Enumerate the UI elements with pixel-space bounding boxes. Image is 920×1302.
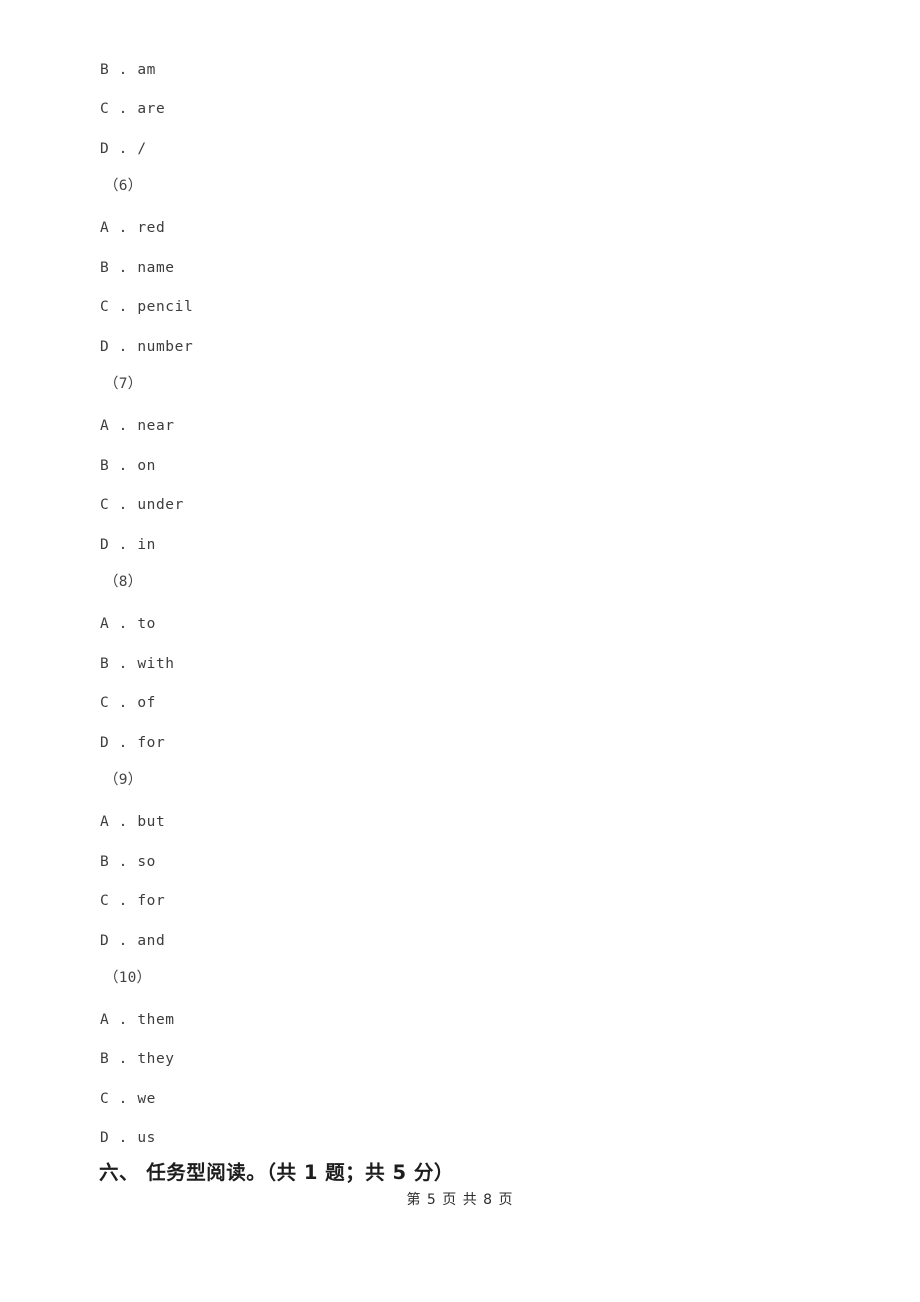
answer-option: C . under xyxy=(100,497,184,513)
section-heading-task-reading: 六、 任务型阅读。（共 1 题；共 5 分） xyxy=(99,1161,454,1184)
answer-option: C . we xyxy=(100,1091,156,1107)
answer-option: D . us xyxy=(100,1130,156,1146)
answer-option: B . with xyxy=(100,656,175,672)
answer-option: C . are xyxy=(100,101,166,117)
answer-option: B . am xyxy=(100,62,156,78)
question-number: （8） xyxy=(104,574,143,590)
question-number: （9） xyxy=(104,772,143,788)
answer-option: D . in xyxy=(100,537,156,553)
answer-option: A . near xyxy=(100,418,175,434)
answer-option: B . so xyxy=(100,854,156,870)
answer-option: C . of xyxy=(100,695,156,711)
answer-option: B . on xyxy=(100,458,156,474)
question-number: （10） xyxy=(104,970,152,986)
answer-option: A . to xyxy=(100,616,156,632)
answer-option: D . and xyxy=(100,933,166,949)
question-number: （7） xyxy=(104,376,143,392)
answer-option: A . but xyxy=(100,814,166,830)
answer-option: A . them xyxy=(100,1012,175,1028)
answer-option: C . pencil xyxy=(100,299,194,315)
page-number-footer: 第 5 页 共 8 页 xyxy=(406,1192,514,1208)
answer-option: D . number xyxy=(100,339,194,355)
answer-option: D . / xyxy=(100,141,147,157)
answer-option: B . they xyxy=(100,1051,175,1067)
question-number: （6） xyxy=(104,178,143,194)
answer-option: A . red xyxy=(100,220,166,236)
answer-option: C . for xyxy=(100,893,166,909)
answer-option: D . for xyxy=(100,735,166,751)
exam-page: B . am C . are D . / （6） A . red B . name C . … xyxy=(0,0,920,1302)
answer-option: B . name xyxy=(100,260,175,276)
